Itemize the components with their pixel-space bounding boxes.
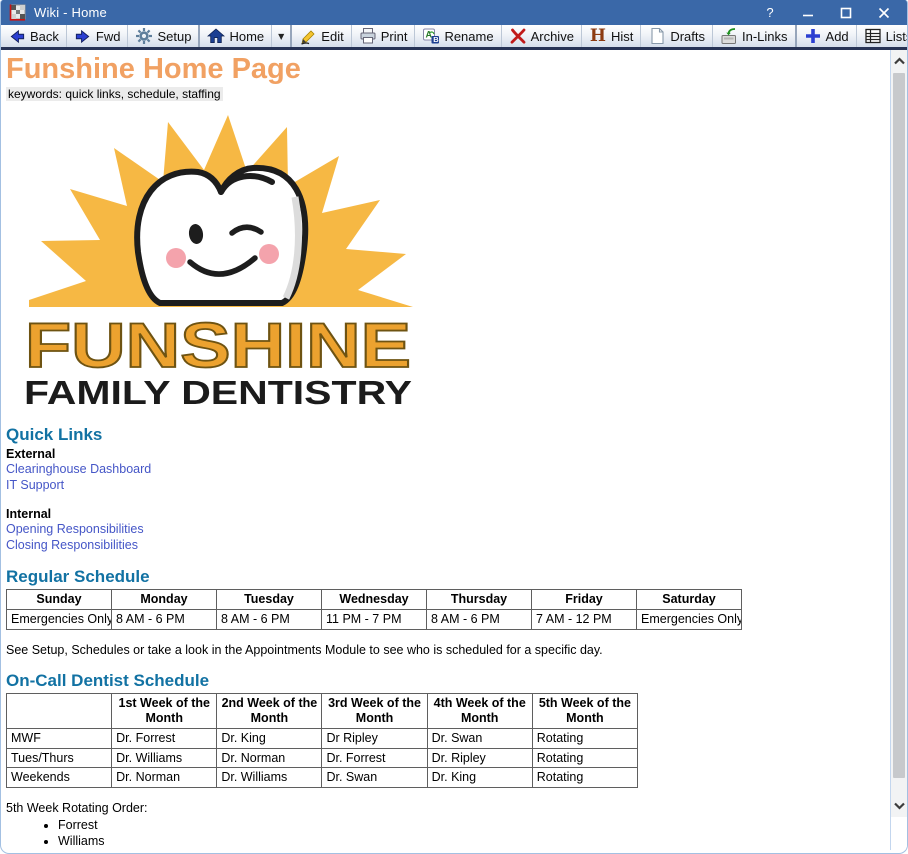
chevron-down-icon: [893, 802, 906, 810]
add-button[interactable]: Add: [797, 25, 857, 47]
list-item: Forrest: [58, 818, 884, 833]
toolbar: Back Fwd: [1, 25, 907, 50]
link-clearinghouse-dashboard[interactable]: Clearinghouse Dashboard: [6, 463, 884, 477]
link-it-support[interactable]: IT Support: [6, 479, 884, 493]
help-button[interactable]: ?: [751, 0, 789, 25]
drafts-button[interactable]: Drafts: [641, 25, 713, 47]
on-call-heading: On-Call Dentist Schedule: [6, 671, 884, 691]
scroll-down-button[interactable]: [891, 795, 907, 817]
title-bar: Wiki - Home ?: [1, 0, 907, 25]
link-closing-responsibilities[interactable]: Closing Responsibilities: [6, 539, 884, 553]
maximize-button[interactable]: [827, 0, 865, 25]
forward-arrow-icon: [74, 27, 92, 45]
history-h-icon: H: [589, 27, 607, 45]
back-button[interactable]: Back: [1, 25, 67, 47]
window-title: Wiki - Home: [34, 5, 751, 20]
pencil-icon: [299, 27, 317, 45]
table-row: Weekends Dr. Norman Dr. Williams Dr. Swa…: [7, 768, 638, 788]
funshine-logo: FUNSHINE FAMILY DENTISTRY: [6, 102, 884, 412]
back-arrow-icon: [8, 27, 26, 45]
rename-button[interactable]: A B Rename: [415, 25, 501, 47]
app-icon: [9, 4, 26, 21]
setup-button[interactable]: Setup: [128, 25, 200, 47]
scrollbar-thumb[interactable]: [893, 73, 905, 778]
group-label-external: External: [6, 447, 884, 461]
chevron-down-icon: ▼: [278, 32, 284, 41]
printer-icon: [359, 27, 377, 45]
svg-text:A: A: [426, 30, 433, 40]
logo-tagline: FAMILY DENTISTRY: [24, 374, 412, 411]
print-button[interactable]: Print: [352, 25, 416, 47]
edit-button[interactable]: Edit: [292, 25, 351, 47]
svg-text:B: B: [434, 35, 440, 44]
link-opening-responsibilities[interactable]: Opening Responsibilities: [6, 523, 884, 537]
wiki-page-content: Funshine Home Page keywords: quick links…: [1, 50, 890, 850]
chevron-up-icon: [893, 57, 906, 65]
list-item: Norman: [58, 849, 884, 850]
regular-schedule-table: Sunday Monday Tuesday Wednesday Thursday…: [6, 589, 742, 630]
page-title: Funshine Home Page: [6, 54, 884, 84]
on-call-schedule-table: 1st Week of the Month 2nd Week of the Mo…: [6, 693, 638, 788]
in-links-button[interactable]: In-Links: [713, 25, 797, 47]
wiki-window: Wiki - Home ? Back Fwd: [0, 0, 908, 854]
archive-button[interactable]: Archive: [502, 25, 582, 47]
quick-links-heading: Quick Links: [6, 425, 884, 445]
in-links-icon: [720, 27, 738, 45]
scrollbar-track[interactable]: [891, 72, 907, 795]
internal-links-group: Internal Opening Responsibilities Closin…: [6, 507, 884, 553]
home-button[interactable]: Home: [200, 25, 272, 47]
rename-ab-icon: A B: [422, 27, 440, 45]
table-row: Emergencies Only 8 AM - 6 PM 8 AM - 6 PM…: [7, 610, 742, 630]
schedule-note: See Setup, Schedules or take a look in t…: [6, 643, 884, 657]
rotating-order-label: 5th Week Rotating Order:: [6, 801, 884, 815]
external-links-group: External Clearinghouse Dashboard IT Supp…: [6, 447, 884, 493]
home-dropdown-button[interactable]: ▼: [272, 25, 292, 47]
table-header-row: Sunday Monday Tuesday Wednesday Thursday…: [7, 590, 742, 610]
fwd-button[interactable]: Fwd: [67, 25, 129, 47]
logo-wordmark: FUNSHINE: [25, 311, 411, 381]
plus-icon: [804, 27, 822, 45]
red-x-icon: [509, 27, 527, 45]
close-button[interactable]: [865, 0, 903, 25]
document-icon: [648, 27, 666, 45]
lists-button[interactable]: Lists: [857, 25, 908, 47]
regular-schedule-heading: Regular Schedule: [6, 567, 884, 587]
list-item: Williams: [58, 834, 884, 849]
list-table-icon: [864, 27, 882, 45]
table-row: Tues/Thurs Dr. Williams Dr. Norman Dr. F…: [7, 748, 638, 768]
hist-button[interactable]: H Hist: [582, 25, 641, 47]
keywords-line: keywords: quick links, schedule, staffin…: [6, 87, 223, 101]
table-row: MWF Dr. Forrest Dr. King Dr Ripley Dr. S…: [7, 728, 638, 748]
scroll-up-button[interactable]: [891, 50, 907, 72]
minimize-button[interactable]: [789, 0, 827, 25]
gear-icon: [135, 27, 153, 45]
vertical-scrollbar[interactable]: [890, 50, 907, 850]
scrollbar-bottom-pad: [891, 817, 907, 850]
group-label-internal: Internal: [6, 507, 884, 521]
rotating-order-list: Forrest Williams Norman: [6, 818, 884, 850]
home-icon: [207, 27, 225, 45]
table-header-row: 1st Week of the Month 2nd Week of the Mo…: [7, 694, 638, 729]
